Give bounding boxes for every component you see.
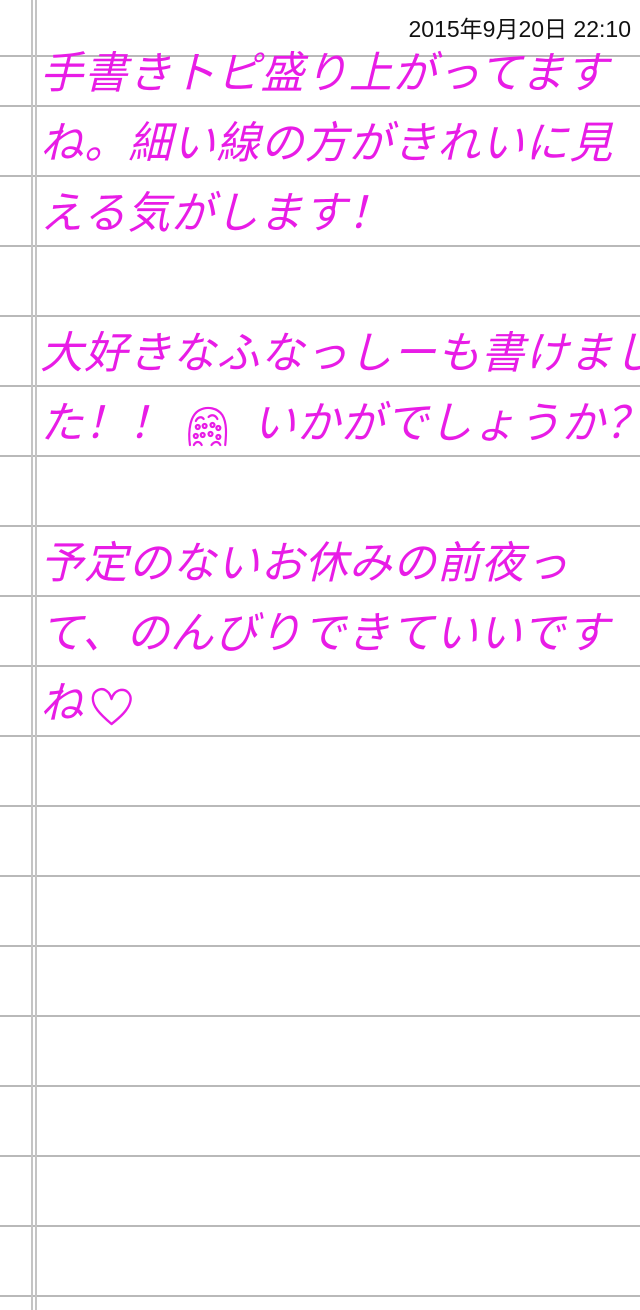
note-line: ね。細い線の方がきれいに見 <box>40 118 614 169</box>
note-text: いかがでしょうか？ <box>252 398 640 449</box>
note-line: 手書きトピ盛り上がってます <box>40 48 609 99</box>
handwritten-note: 手書きトピ盛り上がってます ね。細い線の方がきれいに見 える気がします！ 大好き… <box>0 0 640 1310</box>
heart-icon <box>88 684 135 728</box>
funassyi-doodle-icon <box>182 403 231 449</box>
note-line: 予定のないお休みの前夜っ <box>40 538 570 589</box>
notebook-page[interactable]: 2015年9月20日 22:10 手書きトピ盛り上がってます ね。細い線の方がき… <box>0 0 640 1310</box>
note-line: える気がします！ <box>40 188 392 239</box>
note-line: て、のんびりできていいです <box>40 608 610 659</box>
note-text: た！！ <box>40 398 173 449</box>
note-text: ね <box>40 678 85 729</box>
note-line-with-doodle: た！！ いかがでしょうか？ <box>40 395 640 465</box>
note-line: 大好きなふなっしーも書けまし <box>40 328 640 379</box>
note-line-with-heart: ね <box>40 675 135 745</box>
